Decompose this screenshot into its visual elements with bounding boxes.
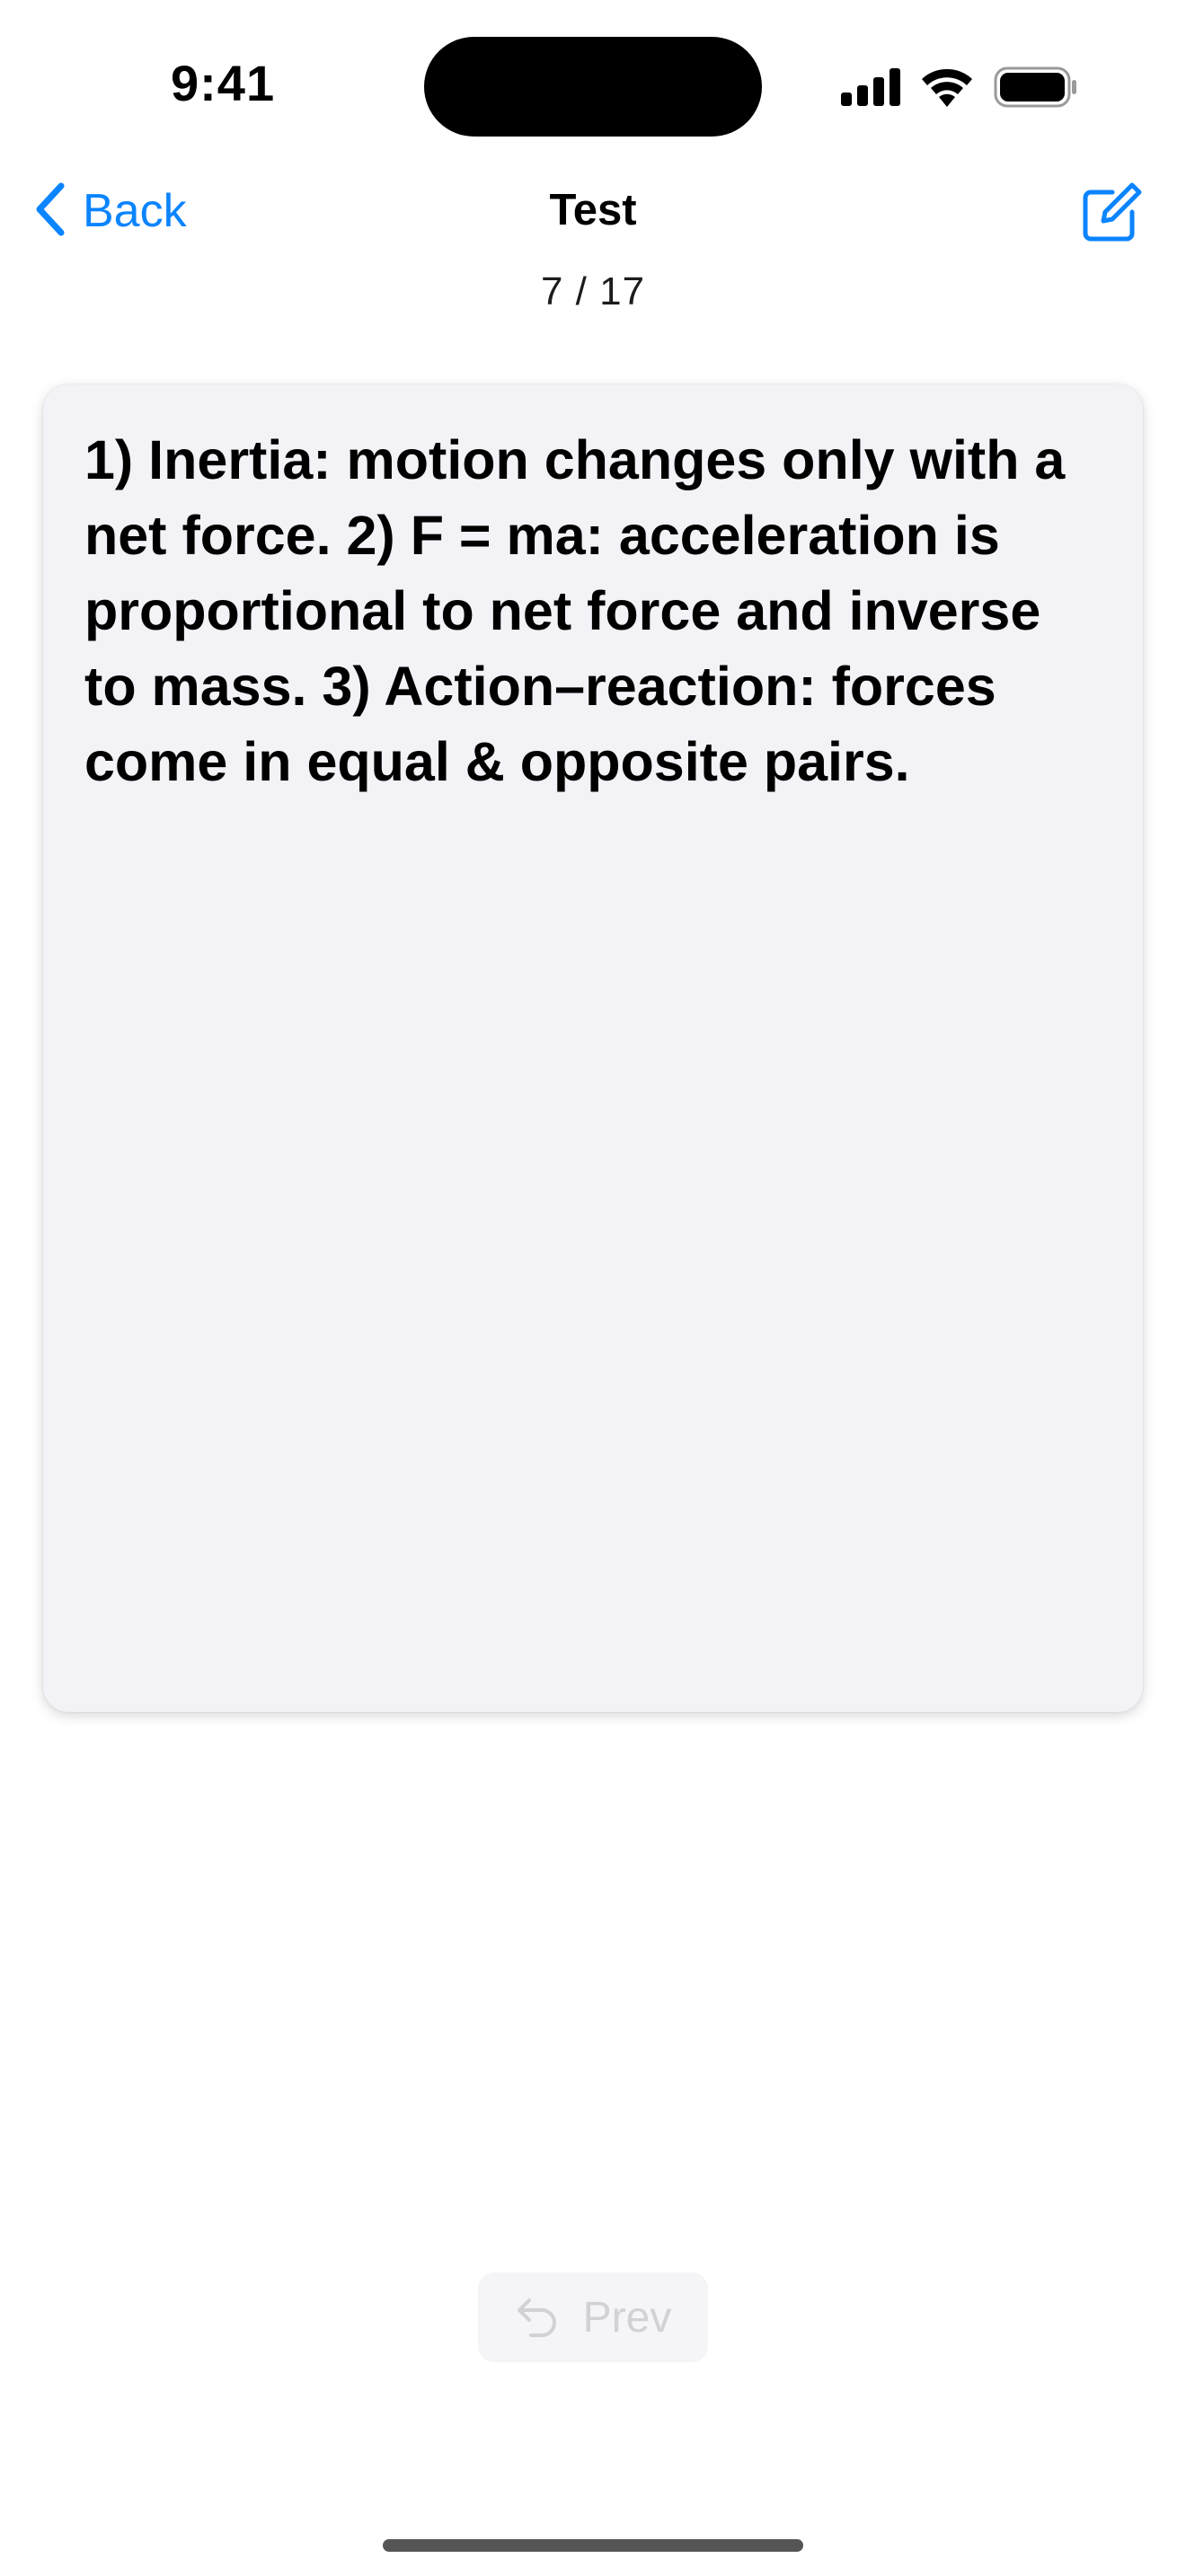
home-indicator[interactable] — [383, 2539, 803, 2552]
compose-icon — [1078, 182, 1143, 248]
wifi-icon — [920, 67, 974, 107]
flashcard-test-screen: 9:41 Back Test 7 / 17 1) Inertia: motion… — [0, 0, 1186, 2576]
edit-button[interactable] — [1078, 180, 1143, 244]
flashcard-text: 1) Inertia: motion changes only with a n… — [84, 429, 1066, 792]
cellular-signal-icon — [841, 68, 900, 106]
card-progress: 7 / 17 — [540, 269, 646, 313]
status-icons — [841, 65, 1078, 110]
undo-arrow-icon — [515, 2293, 560, 2342]
page-title: Test — [549, 186, 637, 234]
flashcard[interactable]: 1) Inertia: motion changes only with a n… — [43, 384, 1143, 1712]
dynamic-island — [424, 37, 762, 137]
prev-button[interactable]: Prev — [478, 2272, 708, 2362]
battery-icon — [994, 66, 1078, 108]
prev-button-label: Prev — [582, 2293, 672, 2342]
status-time: 9:41 — [171, 55, 276, 111]
